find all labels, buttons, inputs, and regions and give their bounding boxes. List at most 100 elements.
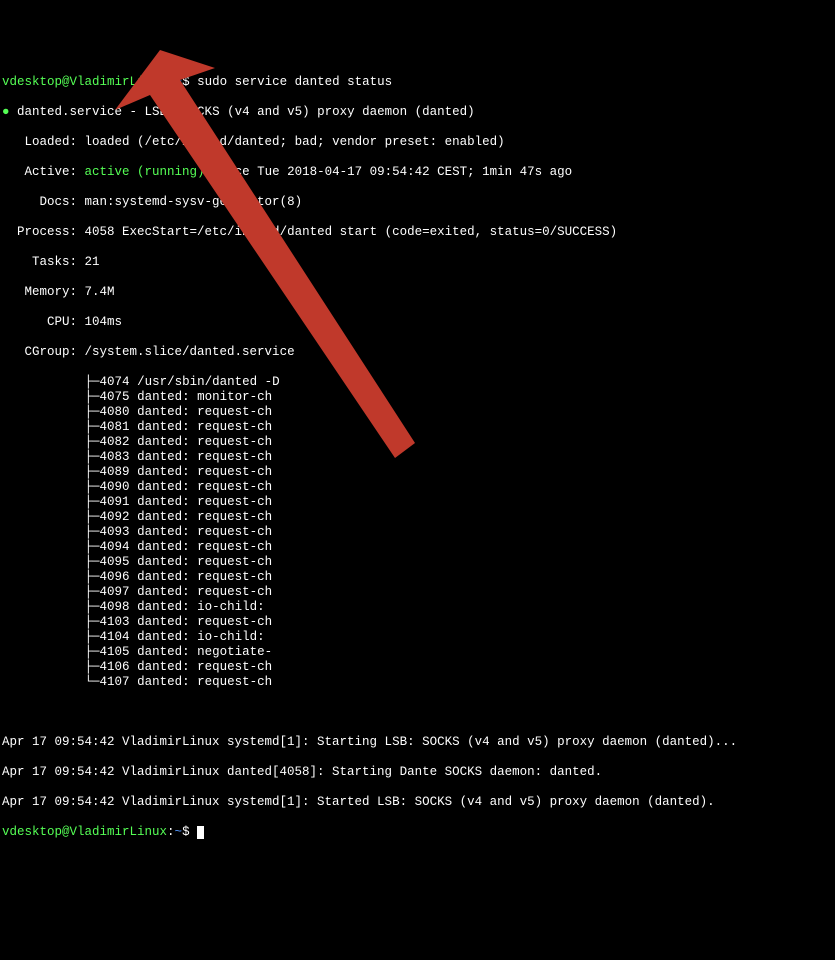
prompt2-symbol: $ [182,825,190,839]
active-label: Active: [2,165,77,179]
tree-cmd: danted: request-ch [137,660,272,674]
tree-pid: 4091 [100,495,130,509]
cpu-label: CPU: [2,315,77,329]
tree-row: ├─4097 danted: request-ch [2,585,833,600]
process-label: Process: [2,225,77,239]
tree-cmd: danted: request-ch [137,555,272,569]
tree-row: ├─4081 danted: request-ch [2,420,833,435]
cpu-line: CPU: 104ms [2,315,833,330]
blank-line [2,705,833,720]
loaded-label: Loaded: [2,135,77,149]
tree-row: └─4107 danted: request-ch [2,675,833,690]
active-line: Active: active (running) since Tue 2018-… [2,165,833,180]
status-bullet-icon: ● [2,105,10,119]
tree-cmd: danted: request-ch [137,435,272,449]
loaded-value: loaded (/etc/init.d/danted; bad; vendor … [85,135,505,149]
memory-label: Memory: [2,285,77,299]
tree-pid: 4107 [100,675,130,689]
cursor-icon [197,826,204,839]
tree-pid: 4095 [100,555,130,569]
prompt2-user-host: vdesktop@VladimirLinux [2,825,167,839]
tasks-line: Tasks: 21 [2,255,833,270]
tree-cmd: danted: request-ch [137,480,272,494]
tree-row: ├─4091 danted: request-ch [2,495,833,510]
prompt-user-host: vdesktop@VladimirLinux [2,75,167,89]
tree-pid: 4075 [100,390,130,404]
docs-value: man:systemd-sysv-generator(8) [85,195,303,209]
tree-cmd: danted: request-ch [137,495,272,509]
docs-line: Docs: man:systemd-sysv-generator(8) [2,195,833,210]
process-line: Process: 4058 ExecStart=/etc/init.d/dant… [2,225,833,240]
tree-cmd: danted: request-ch [137,570,272,584]
cgroup-value: /system.slice/danted.service [85,345,295,359]
log-line-2: Apr 17 09:54:42 VladimirLinux danted[405… [2,765,833,780]
tree-cmd: danted: io-child: [137,630,265,644]
tree-pid: 4090 [100,480,130,494]
log-line-1: Apr 17 09:54:42 VladimirLinux systemd[1]… [2,735,833,750]
tree-row: ├─4075 danted: monitor-ch [2,390,833,405]
tree-cmd: danted: request-ch [137,420,272,434]
tree-row: ├─4080 danted: request-ch [2,405,833,420]
loaded-line: Loaded: loaded (/etc/init.d/danted; bad;… [2,135,833,150]
tree-pid: 4089 [100,465,130,479]
tree-row: ├─4103 danted: request-ch [2,615,833,630]
prompt-symbol: $ [182,75,190,89]
terminal-window[interactable]: vdesktop@VladimirLinux:~$ sudo service d… [0,60,835,855]
tree-row: ├─4106 danted: request-ch [2,660,833,675]
tree-row: ├─4082 danted: request-ch [2,435,833,450]
prompt-colon: : [167,75,175,89]
tree-pid: 4094 [100,540,130,554]
prompt-line-2: vdesktop@VladimirLinux:~$ [2,825,833,840]
log-line-3: Apr 17 09:54:42 VladimirLinux systemd[1]… [2,795,833,810]
memory-line: Memory: 7.4M [2,285,833,300]
service-header: danted.service - LSB: SOCKS (v4 and v5) … [17,105,475,119]
cgroup-label: CGroup: [2,345,77,359]
tree-row: ├─4092 danted: request-ch [2,510,833,525]
prompt2-colon: : [167,825,175,839]
tree-pid: 4080 [100,405,130,419]
tree-pid: 4074 [100,375,130,389]
tree-cmd: danted: request-ch [137,510,272,524]
command-line: vdesktop@VladimirLinux:~$ sudo service d… [2,75,833,90]
tasks-value: 21 [85,255,100,269]
process-tree: ├─4074 /usr/sbin/danted -D ├─4075 danted… [2,375,833,690]
tree-cmd: danted: io-child: [137,600,265,614]
service-header-line: ● danted.service - LSB: SOCKS (v4 and v5… [2,105,833,120]
prompt-path: ~ [175,75,183,89]
tree-row: ├─4094 danted: request-ch [2,540,833,555]
tree-row: ├─4083 danted: request-ch [2,450,833,465]
tree-cmd: /usr/sbin/danted -D [137,375,280,389]
active-since: since Tue 2018-04-17 09:54:42 CEST; 1min… [212,165,572,179]
tree-row: ├─4104 danted: io-child: [2,630,833,645]
tree-cmd: danted: request-ch [137,615,272,629]
tree-pid: 4083 [100,450,130,464]
tree-pid: 4105 [100,645,130,659]
tree-row: ├─4093 danted: request-ch [2,525,833,540]
tree-cmd: danted: request-ch [137,525,272,539]
tree-pid: 4081 [100,420,130,434]
tree-row: ├─4095 danted: request-ch [2,555,833,570]
tree-pid: 4103 [100,615,130,629]
tree-cmd: danted: negotiate- [137,645,272,659]
docs-label: Docs: [2,195,77,209]
tree-row: ├─4098 danted: io-child: [2,600,833,615]
tree-row: ├─4089 danted: request-ch [2,465,833,480]
tree-cmd: danted: request-ch [137,675,272,689]
prompt2-path: ~ [175,825,183,839]
tree-row: ├─4074 /usr/sbin/danted -D [2,375,833,390]
tree-pid: 4104 [100,630,130,644]
tree-cmd: danted: request-ch [137,405,272,419]
tree-pid: 4097 [100,585,130,599]
tree-cmd: danted: request-ch [137,585,272,599]
tree-pid: 4098 [100,600,130,614]
tree-row: ├─4105 danted: negotiate- [2,645,833,660]
tasks-label: Tasks: [2,255,77,269]
memory-value: 7.4M [85,285,115,299]
command-text: sudo service danted status [197,75,392,89]
tree-pid: 4106 [100,660,130,674]
tree-cmd: danted: request-ch [137,450,272,464]
cgroup-line: CGroup: /system.slice/danted.service [2,345,833,360]
tree-row: ├─4090 danted: request-ch [2,480,833,495]
tree-pid: 4096 [100,570,130,584]
tree-pid: 4092 [100,510,130,524]
